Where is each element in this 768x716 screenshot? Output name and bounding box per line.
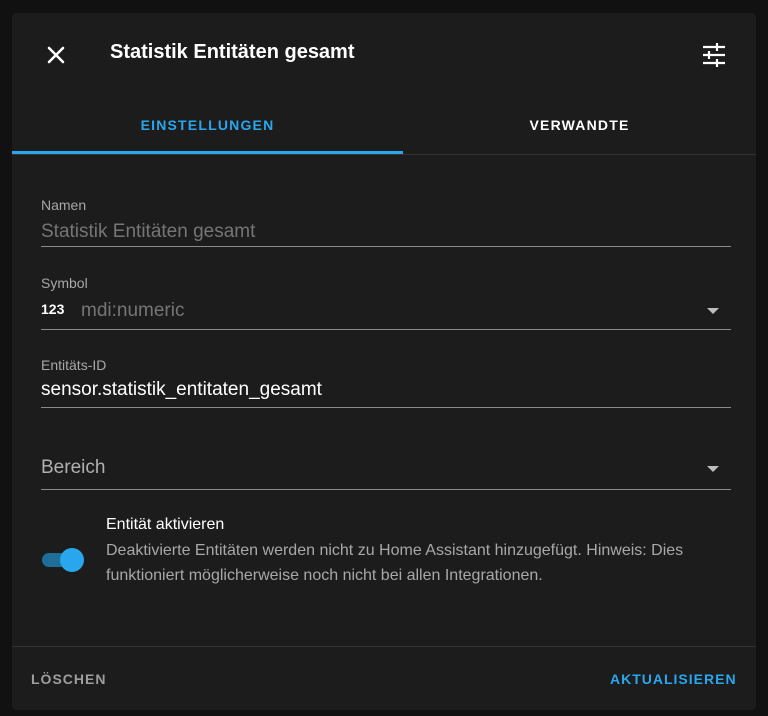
name-input[interactable]: Statistik Entitäten gesamt xyxy=(41,221,255,243)
delete-button[interactable]: LÖSCHEN xyxy=(31,671,106,687)
entity-id-input[interactable]: sensor.statistik_entitaten_gesamt xyxy=(41,379,322,401)
entity-id-field[interactable]: Entitäts-ID sensor.statistik_entitaten_g… xyxy=(41,347,731,408)
dialog-footer: LÖSCHEN AKTUALISIEREN xyxy=(12,646,756,710)
entity-id-label: Entitäts-ID xyxy=(41,357,107,373)
icon-field-label: Symbol xyxy=(41,275,88,291)
enable-entity-label: Entität aktivieren xyxy=(106,516,225,533)
toggle-thumb xyxy=(60,548,84,572)
name-field[interactable]: Namen Statistik Entitäten gesamt xyxy=(41,183,731,247)
entity-settings-dialog: Statistik Entitäten gesamt EINSTELLUNGEN… xyxy=(12,13,756,710)
active-tab-indicator xyxy=(12,151,403,154)
tab-bar: EINSTELLUNGEN VERWANDTE xyxy=(12,105,756,155)
dropdown-arrow-icon[interactable] xyxy=(707,308,719,314)
dialog-header: Statistik Entitäten gesamt xyxy=(12,13,756,97)
tune-icon xyxy=(703,43,725,67)
update-button[interactable]: AKTUALISIEREN xyxy=(610,671,737,687)
enable-entity-toggle[interactable] xyxy=(40,547,86,573)
area-picker[interactable]: Bereich xyxy=(41,439,731,490)
advanced-settings-button[interactable] xyxy=(698,39,730,71)
close-button[interactable] xyxy=(40,39,72,71)
numeric-icon: 123 xyxy=(41,301,65,317)
close-icon xyxy=(47,46,65,64)
tab-settings[interactable]: EINSTELLUNGEN xyxy=(12,105,403,153)
icon-picker[interactable]: Symbol 123 mdi:numeric xyxy=(41,265,731,330)
name-field-label: Namen xyxy=(41,197,87,213)
area-select[interactable]: Bereich xyxy=(41,457,105,479)
enable-entity-description: Deaktivierte Entitäten werden nicht zu H… xyxy=(106,542,684,584)
tab-related[interactable]: VERWANDTE xyxy=(403,105,756,153)
dialog-title: Statistik Entitäten gesamt xyxy=(110,41,355,63)
icon-input[interactable]: mdi:numeric xyxy=(81,300,184,322)
dropdown-arrow-icon[interactable] xyxy=(707,466,719,472)
